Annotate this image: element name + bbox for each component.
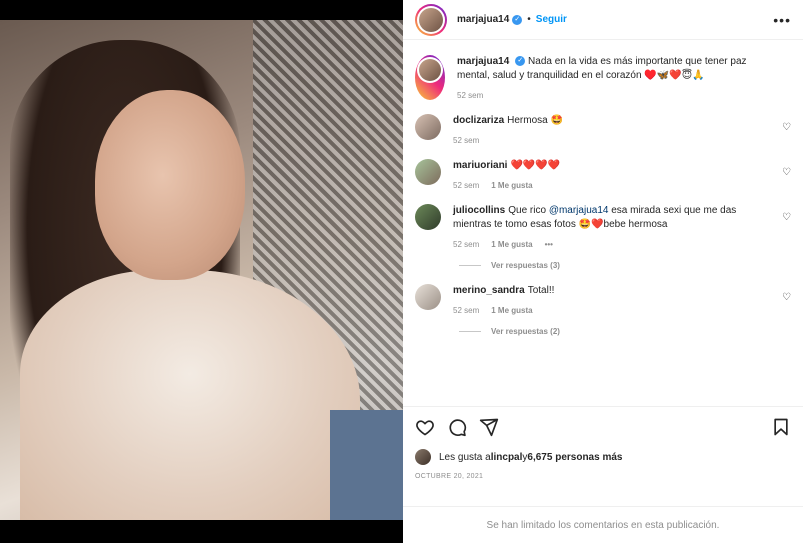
comment-item: juliocollins Que rico @marjajua14 esa mir…	[415, 204, 791, 249]
avatar[interactable]	[415, 204, 441, 230]
comment-like-heart-icon[interactable]: ♡	[782, 212, 791, 223]
comment-time[interactable]: 52 sem	[453, 240, 479, 249]
comment-text-pre: Que rico	[508, 205, 549, 216]
likes-count[interactable]: 6,675 personas más	[527, 452, 622, 463]
comment-like-heart-icon[interactable]: ♡	[782, 292, 791, 303]
comment-more-icon[interactable]: •••	[545, 240, 553, 249]
comment-username[interactable]: merino_sandra	[453, 285, 525, 296]
like-heart-icon[interactable]	[415, 417, 435, 437]
comment-text: Total!!	[527, 285, 555, 296]
comment-username[interactable]: doclizariza	[453, 115, 504, 126]
liker-avatar[interactable]	[415, 449, 431, 465]
avatar[interactable]	[415, 114, 441, 140]
avatar	[419, 7, 443, 32]
avatar	[419, 59, 441, 81]
comment-username[interactable]: mariuoriani	[453, 160, 507, 171]
avatar[interactable]	[415, 284, 441, 310]
comment-bubble-icon[interactable]	[447, 417, 467, 437]
verified-badge-icon: ✓	[515, 56, 526, 67]
post-photo[interactable]	[0, 20, 403, 520]
share-send-icon[interactable]	[479, 417, 499, 437]
liker-username[interactable]: lincpal	[491, 452, 523, 463]
follow-button[interactable]: Seguir	[536, 14, 567, 25]
view-replies-button[interactable]: Ver respuestas (2)	[459, 327, 791, 336]
caption-username[interactable]: marjajua14	[457, 56, 509, 67]
comment-like-heart-icon[interactable]: ♡	[782, 122, 791, 133]
comments-list[interactable]: marjajua14 ✓ Nada en la vida es más impor…	[403, 41, 803, 406]
photo-face	[95, 90, 245, 280]
post-date[interactable]: OCTUBRE 20, 2021	[415, 473, 791, 480]
comment-item: mariuoriani ❤️❤️❤️❤️ 52 sem 1 Me gusta ♡	[415, 159, 791, 190]
comment-likes[interactable]: 1 Me gusta	[491, 240, 532, 249]
story-ring[interactable]	[415, 3, 447, 36]
replies-line	[459, 331, 481, 332]
comment-text: Hermosa 🤩	[507, 115, 563, 126]
post-side-panel: marjajua14 ✓ • Seguir ••• marjajua14 ✓ Na…	[403, 0, 803, 543]
more-options-icon[interactable]: •••	[773, 12, 791, 28]
replies-line	[459, 265, 481, 266]
post-header: marjajua14 ✓ • Seguir •••	[403, 0, 803, 40]
view-replies-label: Ver respuestas (3)	[491, 261, 560, 270]
separator-dot: •	[527, 14, 531, 25]
comment-likes[interactable]: 1 Me gusta	[491, 306, 532, 315]
view-replies-button[interactable]: Ver respuestas (3)	[459, 261, 791, 270]
caption: marjajua14 ✓ Nada en la vida es más impor…	[415, 55, 791, 100]
header-username[interactable]: marjajua14	[457, 14, 509, 25]
photo-shirt	[20, 270, 360, 520]
view-replies-label: Ver respuestas (2)	[491, 327, 560, 336]
comment-likes[interactable]: 1 Me gusta	[491, 181, 532, 190]
comment-time[interactable]: 52 sem	[453, 306, 479, 315]
comment-time[interactable]: 52 sem	[453, 181, 479, 190]
likes-summary: Les gusta a lincpal y 6,675 personas más	[415, 449, 791, 465]
comment-item: merino_sandra Total!! 52 sem 1 Me gusta ♡	[415, 284, 791, 315]
avatar[interactable]	[415, 159, 441, 185]
comments-limited-notice: Se han limitado los comentarios en esta …	[403, 506, 803, 543]
comment-item: doclizariza Hermosa 🤩 52 sem ♡	[415, 114, 791, 145]
comment-text: ❤️❤️❤️❤️	[510, 160, 561, 171]
comment-time[interactable]: 52 sem	[453, 136, 479, 145]
post-actions: Les gusta a lincpal y 6,675 personas más…	[403, 406, 803, 480]
verified-badge-icon: ✓	[512, 14, 523, 25]
instagram-post-modal: marjajua14 ✓ • Seguir ••• marjajua14 ✓ Na…	[0, 0, 803, 543]
likes-prefix: Les gusta a	[439, 451, 491, 463]
comment-like-heart-icon[interactable]: ♡	[782, 167, 791, 178]
comment-username[interactable]: juliocollins	[453, 205, 505, 216]
bookmark-save-icon[interactable]	[771, 417, 791, 437]
caption-time[interactable]: 52 sem	[457, 91, 483, 100]
mention-link[interactable]: @marjajua14	[549, 205, 609, 216]
caption-avatar-ring[interactable]	[415, 55, 445, 100]
photo-jeans	[330, 410, 403, 520]
